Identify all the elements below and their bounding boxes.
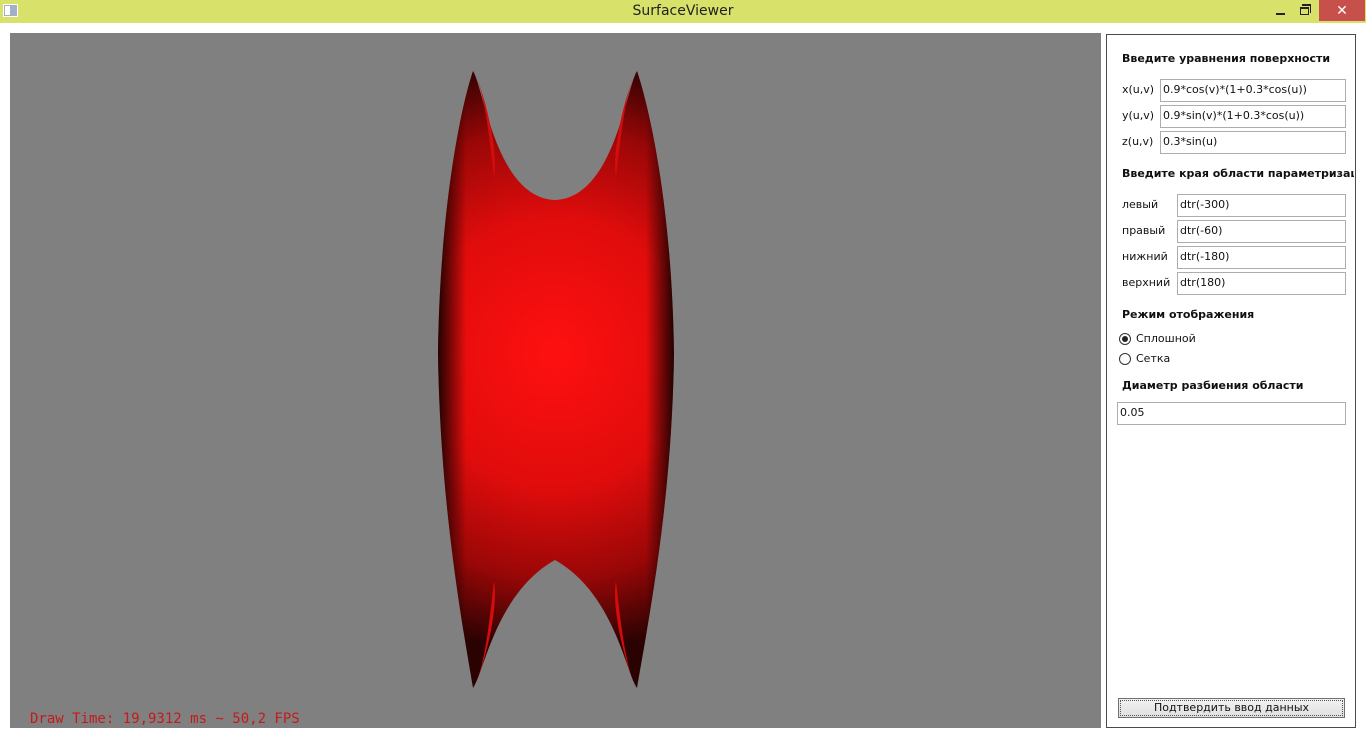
bound-label-bottom: нижний: [1122, 250, 1168, 263]
fps-readout: Draw Time: 19,9312 ms ~ 50,2 FPS: [30, 711, 300, 727]
equations-heading: Введите уравнения поверхности: [1122, 52, 1331, 65]
diameter-heading: Диаметр разбиения области: [1122, 379, 1304, 392]
diameter-input[interactable]: 0.05: [1117, 402, 1346, 425]
equation-x-input[interactable]: 0.9*cos(v)*(1+0.3*cos(u)): [1160, 79, 1346, 102]
surface-render: [438, 71, 674, 688]
bound-label-left: левый: [1122, 198, 1159, 211]
minimize-button[interactable]: [1268, 0, 1292, 21]
mode-grid-label[interactable]: Сетка: [1136, 352, 1170, 365]
mode-heading: Режим отображения: [1122, 308, 1255, 321]
equation-label-x: x(u,v): [1122, 83, 1155, 96]
close-icon: ✕: [1336, 2, 1348, 19]
minimize-icon: [1275, 12, 1285, 15]
bound-label-top: верхний: [1122, 276, 1171, 289]
window-title: SurfaceViewer: [632, 3, 734, 19]
restore-button[interactable]: [1292, 0, 1316, 21]
mode-grid-radio[interactable]: [1119, 353, 1131, 365]
submit-button[interactable]: Подтвердить ввод данных: [1118, 698, 1345, 718]
equation-label-z: z(u,v): [1122, 135, 1154, 148]
bound-bottom-input[interactable]: dtr(-180): [1177, 246, 1346, 269]
render-viewport[interactable]: Draw Time: 19,9312 ms ~ 50,2 FPS: [10, 33, 1101, 728]
surface-viewer-window: SurfaceViewer ✕ Draw Time: 19,9312 ms ~ …: [0, 0, 1366, 738]
bound-right-input[interactable]: dtr(-60): [1177, 220, 1346, 243]
equation-label-y: y(u,v): [1122, 109, 1155, 122]
parameters-panel: Введите уравнения поверхности x(u,v) 0.9…: [1106, 34, 1356, 728]
close-button[interactable]: ✕: [1319, 0, 1365, 21]
equation-z-input[interactable]: 0.3*sin(u): [1160, 131, 1346, 154]
bounds-heading: Введите края области параметризации: [1122, 167, 1354, 180]
bound-top-input[interactable]: dtr(180): [1177, 272, 1346, 295]
mode-solid-radio[interactable]: [1119, 333, 1131, 345]
mode-solid-label[interactable]: Сплошной: [1136, 332, 1196, 345]
title-bar[interactable]: SurfaceViewer ✕: [0, 0, 1366, 23]
restore-icon: [1299, 3, 1311, 15]
bound-label-right: правый: [1122, 224, 1166, 237]
bound-left-input[interactable]: dtr(-300): [1177, 194, 1346, 217]
equation-y-input[interactable]: 0.9*sin(v)*(1+0.3*cos(u)): [1160, 105, 1346, 128]
surface-body: [438, 71, 674, 688]
